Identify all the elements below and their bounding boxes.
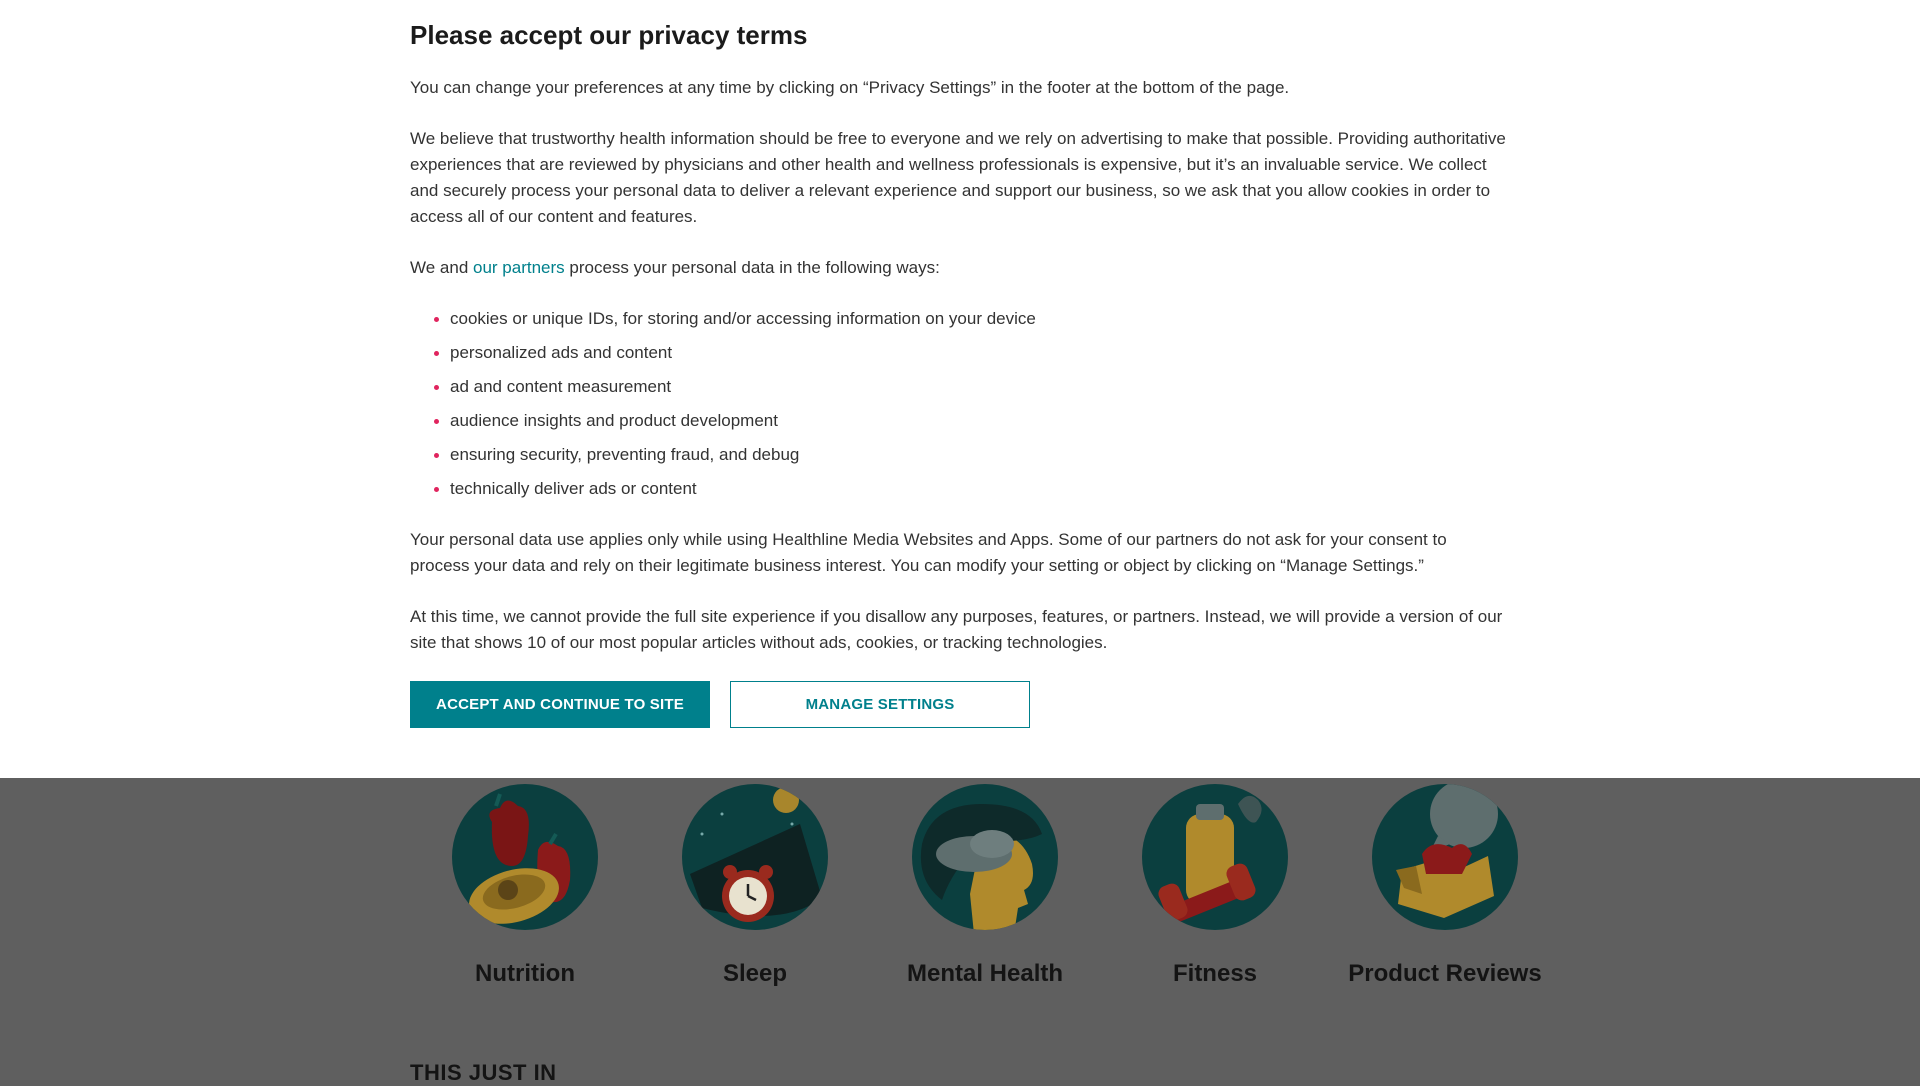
list-item: technically deliver ads or content: [410, 472, 1036, 506]
privacy-consent-modal: Please accept our privacy terms You can …: [0, 0, 1920, 778]
site-experience-paragraph: At this time, we cannot provide the full…: [410, 607, 1503, 652]
topic-label: Product Reviews: [1348, 960, 1542, 987]
list-item: cookies or unique IDs, for storing and/o…: [410, 302, 1036, 336]
partners-paragraph: We and our partners process your persona…: [410, 255, 1510, 281]
topic-product-reviews[interactable]: Product Reviews: [1330, 784, 1560, 988]
topic-nutrition[interactable]: Nutrition: [410, 784, 640, 988]
list-item: audience insights and product developmen…: [410, 404, 1036, 438]
bullet-icon: [434, 385, 439, 390]
topic-mental-health[interactable]: Mental Health: [870, 784, 1100, 988]
bullet-icon: [434, 351, 439, 356]
nutrition-icon: [452, 784, 598, 930]
topic-carousel: Nutrition Sleep Mental Health Fitness Pr…: [410, 784, 1542, 1004]
manage-settings-button[interactable]: MANAGE SETTINGS: [730, 681, 1030, 728]
bullet-icon: [434, 487, 439, 492]
mental-health-icon: [912, 784, 1058, 930]
accept-continue-button[interactable]: ACCEPT AND CONTINUE TO SITE: [410, 681, 710, 728]
data-use-paragraph: Your personal data use applies only whil…: [410, 530, 1447, 575]
data-processing-list: cookies or unique IDs, for storing and/o…: [410, 302, 1036, 506]
topic-fitness[interactable]: Fitness: [1100, 784, 1330, 988]
partners-text-after: process your personal data in the follow…: [564, 258, 940, 277]
list-item: ensuring security, preventing fraud, and…: [410, 438, 1036, 472]
bullet-icon: [434, 317, 439, 322]
fitness-icon: [1142, 784, 1288, 930]
sleep-icon: [682, 784, 828, 930]
partners-text-before: We and: [410, 258, 474, 277]
product-reviews-icon: [1372, 784, 1518, 930]
advertising-paragraph: We believe that trustworthy health infor…: [410, 129, 1506, 226]
section-heading: THIS JUST IN: [410, 1060, 557, 1085]
preferences-paragraph: You can change your preferences at any t…: [410, 78, 1290, 97]
bullet-icon: [434, 453, 439, 458]
topic-label: Nutrition: [475, 960, 575, 987]
modal-title: Please accept our privacy terms: [410, 20, 808, 50]
topic-label: Sleep: [722, 960, 788, 987]
topic-label: Mental Health: [906, 960, 1064, 987]
topic-sleep[interactable]: Sleep: [640, 784, 870, 988]
list-item: personalized ads and content: [410, 336, 1036, 370]
our-partners-link[interactable]: our partners: [473, 258, 565, 277]
list-item: ad and content measurement: [410, 370, 1036, 404]
topic-label: Fitness: [1172, 960, 1258, 987]
bullet-icon: [434, 419, 439, 424]
